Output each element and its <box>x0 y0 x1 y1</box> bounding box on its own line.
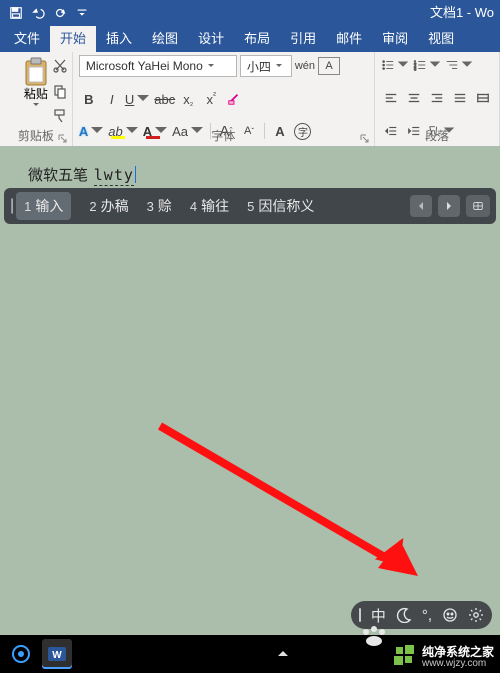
ime-lang-toggle[interactable]: 中 <box>371 605 386 626</box>
ime-candidate-4[interactable]: 4输往 <box>190 196 229 216</box>
watermark: 纯净系统之家 www.wjzy.com <box>394 643 494 669</box>
group-paragraph-label: 段落 <box>375 127 499 144</box>
distributed-button[interactable] <box>473 88 493 108</box>
group-paragraph: 123 段落 <box>375 52 500 146</box>
font-name-value: Microsoft YaHei Mono <box>86 59 203 73</box>
subscript-button[interactable]: x₂ <box>178 89 198 109</box>
ime-candidate-bar: | 1输入 2办稿 3赊 4输往 5因信称义 <box>4 188 496 224</box>
strike-button[interactable]: abc <box>154 89 175 109</box>
italic-button[interactable]: I <box>102 89 122 109</box>
document-title: 文档1 - Wo <box>430 0 494 26</box>
svg-text:W: W <box>52 650 62 661</box>
paste-label: 粘贴 <box>24 85 48 102</box>
clear-format-button[interactable] <box>224 89 244 109</box>
align-center-button[interactable] <box>404 88 424 108</box>
ime-moon-icon[interactable] <box>396 607 412 623</box>
font-dialog-launcher[interactable] <box>359 132 370 143</box>
text-cursor <box>135 166 136 183</box>
tab-design[interactable]: 设计 <box>188 24 234 52</box>
numbering-button[interactable]: 123 <box>413 55 442 75</box>
ime-table-button[interactable] <box>466 195 490 217</box>
ime-candidate-3[interactable]: 3赊 <box>147 196 172 216</box>
tab-file[interactable]: 文件 <box>4 24 50 52</box>
committed-text: 微软五笔 <box>28 168 88 184</box>
bullets-button[interactable] <box>381 55 410 75</box>
taskbar-word-icon[interactable]: W <box>42 639 72 669</box>
ime-drag-handle[interactable] <box>359 608 361 622</box>
font-size-box[interactable]: 小四 <box>240 55 292 77</box>
group-clipboard: 粘贴 剪贴板 <box>0 52 73 146</box>
ime-next-page-button[interactable] <box>438 195 460 217</box>
taskbar: W 纯净系统之家 www.wjzy.com <box>0 635 500 673</box>
qat-customize-icon[interactable] <box>72 3 92 23</box>
char-border-button[interactable]: A <box>318 57 340 75</box>
phonetic-guide-button[interactable]: wén <box>295 56 315 76</box>
title-bar: 文档1 - Wo <box>0 0 500 26</box>
qat-undo-icon[interactable] <box>28 3 48 23</box>
qat-save-icon[interactable] <box>6 3 26 23</box>
tab-review[interactable]: 审阅 <box>372 24 418 52</box>
ime-cursor-mark: | <box>10 197 14 215</box>
ime-prev-page-button[interactable] <box>410 195 432 217</box>
tab-insert[interactable]: 插入 <box>96 24 142 52</box>
group-font: Microsoft YaHei Mono 小四 wén A B I U abc … <box>73 52 375 146</box>
ime-candidate-1[interactable]: 1输入 <box>16 192 71 220</box>
ribbon: 粘贴 剪贴板 Microsoft YaHei Mono 小四 wén A B I… <box>0 52 500 147</box>
align-right-button[interactable] <box>427 88 447 108</box>
font-name-box[interactable]: Microsoft YaHei Mono <box>79 55 237 77</box>
ime-candidate-5[interactable]: 5因信称义 <box>247 196 314 216</box>
svg-text:3: 3 <box>414 66 417 71</box>
tab-mailings[interactable]: 邮件 <box>326 24 372 52</box>
qat-redo-icon[interactable] <box>50 3 70 23</box>
paw-overlay-icon <box>358 625 390 650</box>
watermark-logo-icon <box>394 645 416 667</box>
tab-layout[interactable]: 布局 <box>234 24 280 52</box>
document-canvas[interactable]: 微软五笔 lwty | 1输入 2办稿 3赊 4输往 5因信称义 <box>0 146 500 635</box>
font-size-value: 小四 <box>247 58 271 75</box>
align-left-button[interactable] <box>381 88 401 108</box>
typed-text: 微软五笔 lwty <box>28 164 136 185</box>
underline-button[interactable]: U <box>125 89 151 109</box>
tab-home[interactable]: 开始 <box>50 24 96 52</box>
group-font-label: 字体 <box>73 127 374 144</box>
tab-references[interactable]: 引用 <box>280 24 326 52</box>
clipboard-dialog-launcher[interactable] <box>57 132 68 143</box>
watermark-url: www.wjzy.com <box>422 658 494 669</box>
taskbar-show-hidden-icon[interactable] <box>268 639 298 669</box>
annotation-arrow <box>150 416 440 596</box>
ime-emoji-icon[interactable] <box>442 607 458 623</box>
tab-draw[interactable]: 绘图 <box>142 24 188 52</box>
ribbon-tabs: 文件 开始 插入 绘图 设计 布局 引用 邮件 审阅 视图 <box>0 26 500 52</box>
copy-icon[interactable] <box>52 83 68 102</box>
bold-button[interactable]: B <box>79 89 99 109</box>
ime-punct-toggle[interactable]: °, <box>422 607 432 624</box>
start-button[interactable] <box>6 639 36 669</box>
ime-settings-icon[interactable] <box>468 607 484 623</box>
composing-text: lwty <box>94 166 134 186</box>
cut-icon[interactable] <box>52 58 68 77</box>
multilevel-button[interactable] <box>445 55 474 75</box>
format-painter-icon[interactable] <box>52 108 68 127</box>
superscript-button[interactable]: x² <box>201 89 221 109</box>
tab-view[interactable]: 视图 <box>418 24 464 52</box>
ime-candidate-2[interactable]: 2办稿 <box>89 196 128 216</box>
align-justify-button[interactable] <box>450 88 470 108</box>
